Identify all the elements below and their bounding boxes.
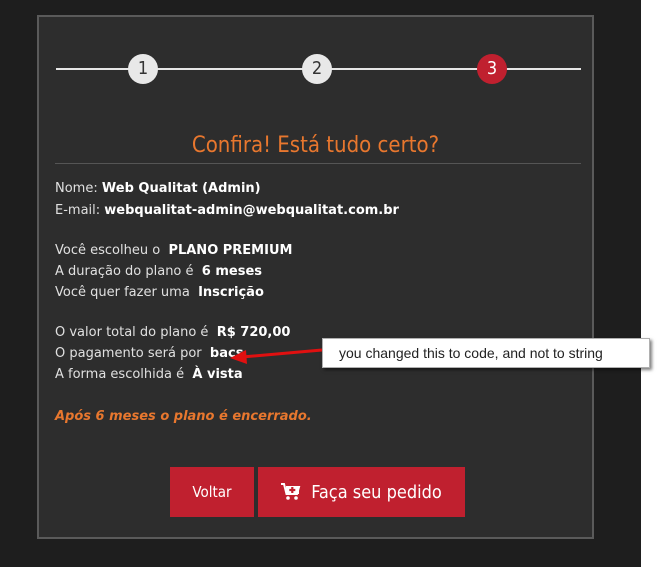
payment-form-value: À vista [192,367,243,382]
email-value: webqualitat-admin@webqualitat.com.br [104,203,399,218]
customer-email-row: E-mail: webqualitat-admin@webqualitat.co… [55,203,399,218]
annotation-callout: you changed this to code, and not to str… [322,338,650,368]
payment-total-label: O valor total do plano é [55,325,209,340]
plan-duration-value: 6 meses [201,264,263,279]
place-order-button[interactable]: Faça seu pedido [258,467,465,517]
payment-form-row: A forma escolhida é À vista [55,367,243,382]
payment-method-row: O pagamento será por bacs [55,346,243,361]
cart-plus-icon [281,483,301,501]
plan-choice-label: Você escolheu o [55,243,161,258]
step-3-indicator[interactable]: 3 [477,54,507,84]
place-order-label: Faça seu pedido [311,481,442,503]
title-divider [55,163,581,164]
step-2-indicator[interactable]: 2 [302,54,332,84]
payment-method-value: bacs [209,346,244,361]
plan-choice-value: PLANO PREMIUM [168,243,293,258]
payment-total-row: O valor total do plano é R$ 720,00 [55,325,290,340]
back-button[interactable]: Voltar [170,467,254,517]
checkout-confirmation-panel: 1 2 3 Confira! Está tudo certo? Nome: We… [37,15,594,539]
payment-total-value: R$ 720,00 [216,325,291,340]
email-label: E-mail: [55,203,101,218]
plan-action-row: Você quer fazer uma Inscrição [55,285,264,300]
plan-duration-label: A duração do plano é [55,264,194,279]
plan-duration-row: A duração do plano é 6 meses [55,264,262,279]
back-button-label: Voltar [192,483,232,501]
name-label: Nome: [55,181,98,196]
customer-name-row: Nome: Web Qualitat (Admin) [55,181,261,196]
plan-expiry-note: Após 6 meses o plano é encerrado. [55,409,312,424]
payment-form-label: A forma escolhida é [55,367,185,382]
payment-method-label: O pagamento será por [55,346,202,361]
page-title: Confira! Está tudo certo? [191,133,440,158]
plan-action-value: Inscrição [198,285,264,300]
step-1-indicator[interactable]: 1 [128,54,158,84]
plan-action-label: Você quer fazer uma [55,285,190,300]
page-background-right [641,0,659,567]
plan-choice-row: Você escolheu o PLANO PREMIUM [55,243,292,258]
name-value: Web Qualitat (Admin) [101,181,261,196]
